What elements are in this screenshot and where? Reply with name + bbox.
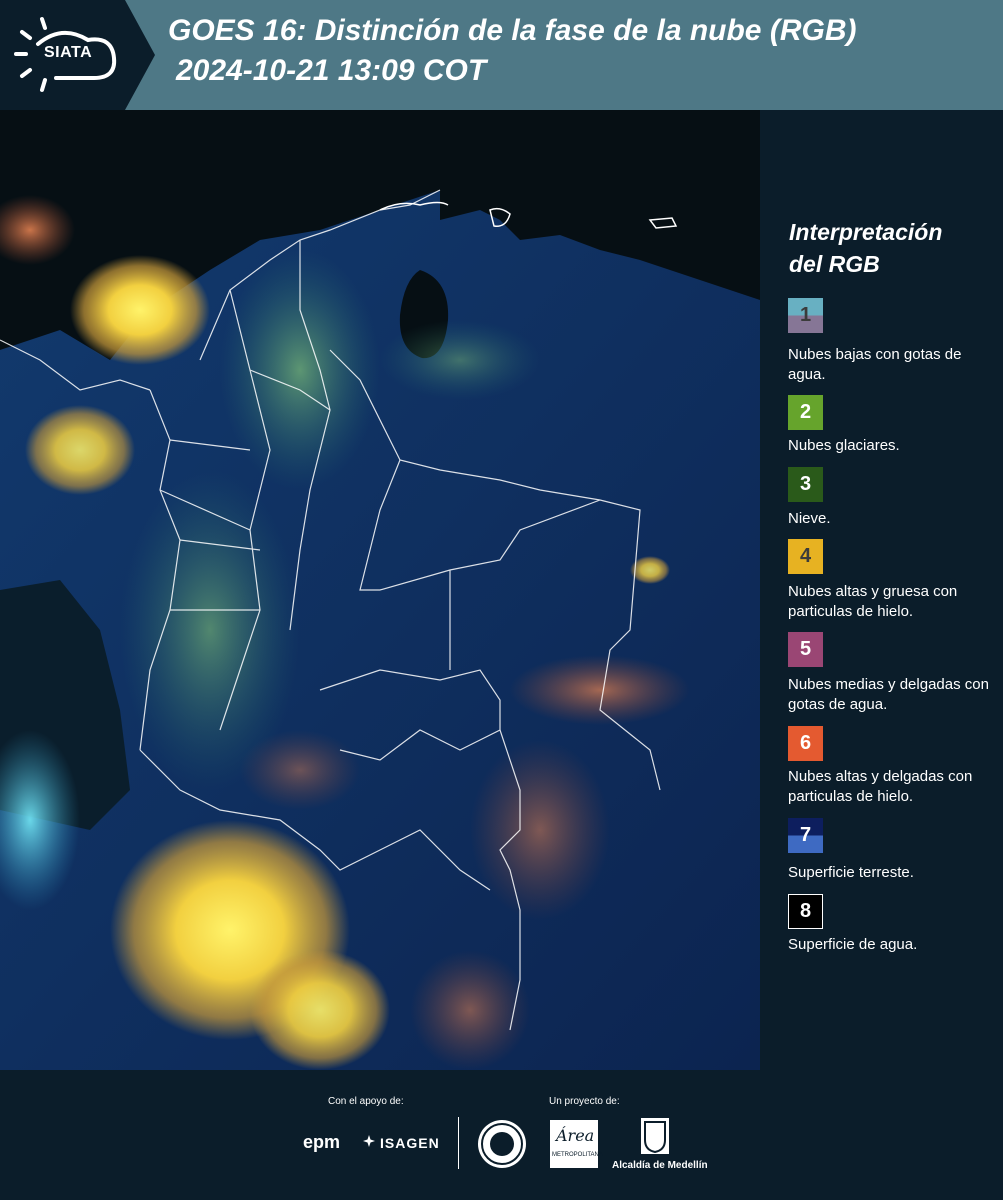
legend-number-5: 5 <box>799 638 812 660</box>
satellite-map <box>0 110 760 1070</box>
legend-title-line1: Interpretación <box>789 219 943 245</box>
legend-label-6: Nubes altas y delgadas con particulas de… <box>788 768 973 805</box>
footer-divider <box>458 1117 459 1169</box>
legend-number-4: 4 <box>799 545 812 567</box>
legend-title-line2: del RGB <box>789 251 880 277</box>
area-metropolitana-logo: Área METROPOLITANA <box>550 1120 603 1168</box>
header-bar: SIATA GOES 16: Distinción de la fase de … <box>0 0 1003 110</box>
page-title: GOES 16: Distinción de la fase de la nub… <box>168 14 857 47</box>
legend-number-2: 2 <box>799 401 812 423</box>
legend-label-3: Nieve. <box>788 510 831 527</box>
logo-text: SIATA <box>44 44 93 61</box>
legend-swatch-8: 8 <box>788 894 823 929</box>
legend-swatch-7: 7 <box>788 818 823 853</box>
legend-number-6: 6 <box>799 732 812 754</box>
support-label: Con el apoyo de: <box>328 1096 404 1107</box>
siata-logo: SIATA <box>0 0 155 110</box>
legend-label-1: Nubes bajas con gotas de agua. <box>788 346 962 383</box>
legend-number-7: 7 <box>799 824 812 846</box>
legend-swatch-2: 2 <box>788 395 823 430</box>
area-logo-text: Área <box>556 1126 595 1145</box>
rgb-satellite-image <box>0 110 760 1070</box>
legend-swatch-3: 3 <box>788 467 823 502</box>
legend-swatch-1: 1 <box>788 298 823 333</box>
legend-label-8: Superficie de agua. <box>788 936 918 953</box>
epm-logo: epm <box>303 1132 341 1152</box>
area-logo-subtext: METROPOLITANA <box>552 1152 603 1158</box>
legend-swatch-4: 4 <box>788 539 823 574</box>
isagen-icon <box>362 1134 376 1153</box>
medellin-shield-logo <box>641 1118 669 1154</box>
legend-label-5: Nubes medias y delgadas con gotas de agu… <box>788 676 989 713</box>
legend-label-2: Nubes glaciares. <box>788 437 900 454</box>
legend-label-4: Nubes altas y gruesa con particulas de h… <box>788 583 958 620</box>
legend-number-3: 3 <box>799 473 812 495</box>
university-seal-logo <box>478 1120 526 1168</box>
legend-title: Interpretación del RGB <box>789 216 989 280</box>
project-label: Un proyecto de: <box>549 1096 620 1107</box>
medellin-label: Alcaldía de Medellín <box>612 1160 708 1171</box>
legend-label-7: Superficie terreste. <box>788 864 914 881</box>
timestamp: 2024-10-21 13:09 COT <box>176 54 487 87</box>
isagen-logo: ISAGEN <box>380 1135 440 1151</box>
legend-swatch-5: 5 <box>788 632 823 667</box>
legend-swatch-6: 6 <box>788 726 823 761</box>
legend-number-8: 8 <box>799 900 812 922</box>
legend-number-1: 1 <box>799 304 812 326</box>
